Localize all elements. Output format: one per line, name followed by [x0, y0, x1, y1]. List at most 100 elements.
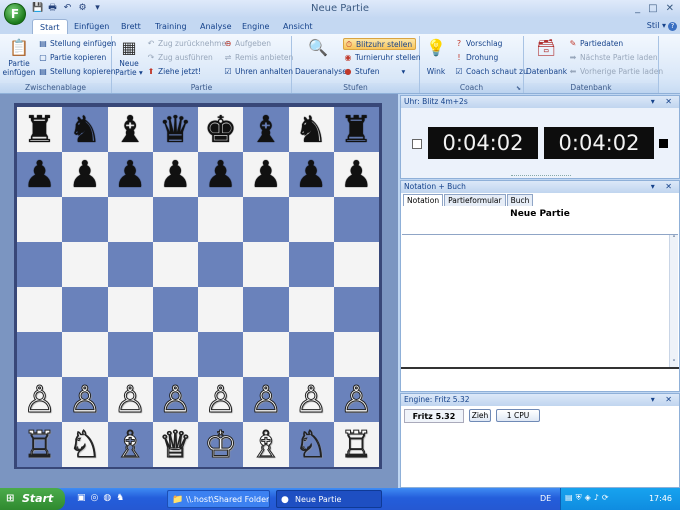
square-c3[interactable]: [107, 332, 153, 377]
square-h6[interactable]: [333, 197, 379, 242]
square-a3[interactable]: [17, 332, 63, 377]
paste-position-button[interactable]: ▤ Stellung einfügen: [38, 38, 116, 50]
square-d2[interactable]: ♙: [152, 377, 198, 422]
black-bishop-piece[interactable]: ♝: [249, 111, 282, 148]
black-pawn-piece[interactable]: ♟: [295, 156, 328, 193]
square-b2[interactable]: ♙: [62, 377, 108, 422]
black-rook-piece[interactable]: ♜: [340, 111, 373, 148]
paste-game-button[interactable]: 📋 Partie einfügen: [2, 38, 36, 77]
help-icon[interactable]: ?: [668, 22, 677, 31]
square-f3[interactable]: [243, 332, 289, 377]
black-pawn-piece[interactable]: ♟: [159, 156, 192, 193]
square-e5[interactable]: [198, 242, 244, 287]
white-pawn-piece[interactable]: ♙: [68, 381, 102, 419]
white-pawn-piece[interactable]: ♙: [158, 381, 192, 419]
notation-body[interactable]: [402, 234, 678, 364]
square-d1[interactable]: ♕: [152, 422, 198, 467]
antivirus-icon[interactable]: ◈: [585, 493, 591, 503]
square-c8[interactable]: ♝: [107, 107, 153, 152]
hint-button[interactable]: 💡 Wink: [423, 38, 449, 76]
square-h4[interactable]: [333, 287, 379, 332]
square-a6[interactable]: [17, 197, 63, 242]
tab-engine[interactable]: Engine: [235, 19, 276, 35]
square-g3[interactable]: [288, 332, 334, 377]
square-a5[interactable]: [17, 242, 63, 287]
square-g6[interactable]: [288, 197, 334, 242]
square-c5[interactable]: [107, 242, 153, 287]
white-pawn-piece[interactable]: ♙: [339, 381, 373, 419]
square-g7[interactable]: ♟: [288, 152, 334, 197]
tab-partieformular[interactable]: Partieformular: [444, 194, 506, 206]
square-f6[interactable]: [243, 197, 289, 242]
white-rook-piece[interactable]: ♖: [339, 426, 373, 464]
update-icon[interactable]: ⟳: [602, 493, 609, 503]
security-icon[interactable]: ⛨: [576, 493, 582, 503]
square-d4[interactable]: [152, 287, 198, 332]
white-pawn-piece[interactable]: ♙: [249, 381, 283, 419]
square-h1[interactable]: ♖: [333, 422, 379, 467]
tab-buch[interactable]: Buch: [506, 194, 534, 206]
square-e7[interactable]: ♟: [198, 152, 244, 197]
white-pawn-piece[interactable]: ♙: [113, 381, 147, 419]
previous-game-button[interactable]: ⬅ Vorherige Partie laden: [568, 66, 663, 78]
square-c7[interactable]: ♟: [107, 152, 153, 197]
square-f4[interactable]: [243, 287, 289, 332]
square-a4[interactable]: [17, 287, 63, 332]
white-pawn-piece[interactable]: ♙: [23, 381, 57, 419]
browser-icon[interactable]: ◎: [91, 493, 99, 503]
stop-clocks-checkbox[interactable]: ☑ Uhren anhalten: [223, 66, 293, 78]
square-a7[interactable]: ♟: [17, 152, 63, 197]
start-button[interactable]: ⊞ Start: [0, 488, 65, 510]
levels-dropdown[interactable]: ● Stufen ▾: [343, 66, 406, 78]
move-now-button[interactable]: ⬆ Ziehe jetzt!: [146, 66, 201, 78]
black-pawn-piece[interactable]: ♟: [23, 156, 56, 193]
square-a2[interactable]: ♙: [17, 377, 63, 422]
tab-analyse[interactable]: Analyse: [193, 19, 239, 35]
black-rook-piece[interactable]: ♜: [23, 111, 56, 148]
firefox-icon[interactable]: ◍: [103, 493, 111, 503]
square-h3[interactable]: [333, 332, 379, 377]
cpu-button[interactable]: 1 CPU: [496, 409, 540, 422]
desktop-icon[interactable]: ▣: [77, 493, 86, 503]
square-f1[interactable]: ♗: [243, 422, 289, 467]
white-king-piece[interactable]: ♔: [204, 426, 238, 464]
square-c1[interactable]: ♗: [107, 422, 153, 467]
square-e3[interactable]: [198, 332, 244, 377]
square-f7[interactable]: ♟: [243, 152, 289, 197]
chevron-down-icon[interactable]: ˅: [670, 359, 678, 367]
square-c2[interactable]: ♙: [107, 377, 153, 422]
square-b3[interactable]: [62, 332, 108, 377]
black-queen-piece[interactable]: ♛: [159, 111, 192, 148]
square-f8[interactable]: ♝: [243, 107, 289, 152]
white-knight-piece[interactable]: ♘: [294, 426, 328, 464]
square-a1[interactable]: ♖: [17, 422, 63, 467]
black-pawn-piece[interactable]: ♟: [68, 156, 101, 193]
square-h5[interactable]: [333, 242, 379, 287]
square-e2[interactable]: ♙: [198, 377, 244, 422]
copy-position-button[interactable]: ▤ Stellung kopieren: [38, 66, 115, 78]
tab-training[interactable]: Training: [148, 19, 194, 35]
tournament-clock-button[interactable]: ◉ Turnieruhr stellen: [343, 52, 421, 64]
square-a8[interactable]: ♜: [17, 107, 63, 152]
blitz-clock-button[interactable]: ⏱ Blitzuhr stellen: [343, 38, 417, 50]
square-e1[interactable]: ♔: [198, 422, 244, 467]
square-e4[interactable]: [198, 287, 244, 332]
black-pawn-piece[interactable]: ♟: [340, 156, 373, 193]
pane-buttons[interactable]: ▾ ✕: [651, 394, 676, 406]
coach-watches-checkbox[interactable]: ☑ Coach schaut zu: [454, 66, 527, 78]
white-bishop-piece[interactable]: ♗: [113, 426, 147, 464]
black-king-piece[interactable]: ♚: [204, 111, 237, 148]
new-game-button[interactable]: ▦ Neue Partie ▾: [115, 38, 143, 77]
taskbar-game-window[interactable]: ● Neue Partie: [276, 490, 382, 508]
offer-draw-button[interactable]: ⇌ Remis anbieten: [223, 52, 294, 64]
square-d3[interactable]: [152, 332, 198, 377]
copy-game-button[interactable]: ▢ Partie kopieren: [38, 52, 106, 64]
take-back-button[interactable]: ↶ Zug zurücknehmen: [146, 38, 231, 50]
white-knight-piece[interactable]: ♘: [68, 426, 102, 464]
close-button[interactable]: ✕: [666, 3, 674, 14]
white-queen-piece[interactable]: ♕: [158, 426, 192, 464]
engine-move-button[interactable]: Zieh: [469, 409, 491, 422]
notation-scrollbar[interactable]: ˄ ˅: [669, 235, 678, 367]
white-bishop-piece[interactable]: ♗: [249, 426, 283, 464]
square-b6[interactable]: [62, 197, 108, 242]
